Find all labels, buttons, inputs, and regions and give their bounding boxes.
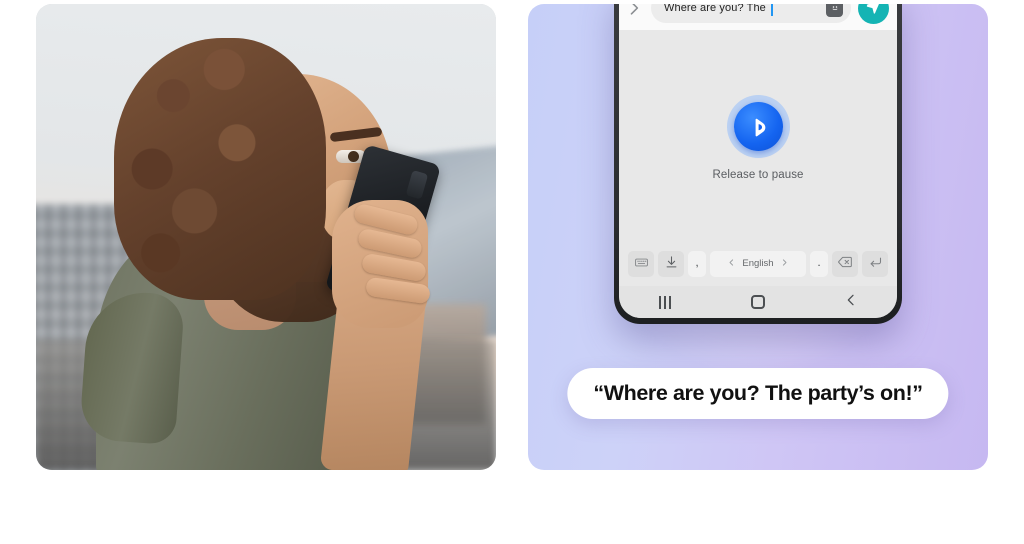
person-curly-hair <box>114 38 326 300</box>
photo-panel <box>36 4 496 470</box>
backspace-icon <box>837 254 853 273</box>
speech-caption-text: “Where are you? The party’s on!” <box>593 381 923 405</box>
keyboard-toggle-key[interactable] <box>628 250 654 277</box>
download-icon <box>664 255 679 273</box>
language-key-label: English <box>742 258 774 269</box>
voice-input-demo-panel: Where are you? The Release to pause , En… <box>528 4 988 470</box>
send-button[interactable] <box>858 4 889 24</box>
back-icon <box>843 292 859 313</box>
enter-return-icon <box>868 255 883 273</box>
phone-device-frame: Where are you? The Release to pause , En… <box>614 4 902 324</box>
keyboard-bottom-row: , English . <box>619 246 897 286</box>
message-text-value: Where are you? The <box>664 4 766 14</box>
send-paper-plane-icon <box>865 4 882 19</box>
backspace-key[interactable] <box>832 250 858 277</box>
recents-button[interactable] <box>643 290 687 314</box>
screenshot-root: Where are you? The Release to pause , En… <box>0 0 1024 544</box>
enter-key[interactable] <box>862 250 888 277</box>
message-text-field[interactable]: Where are you? The <box>651 4 851 23</box>
person-sleeve <box>78 288 186 446</box>
message-input-bar: Where are you? The <box>619 4 897 30</box>
sticker-icon[interactable] <box>826 4 843 17</box>
language-key[interactable]: English <box>710 250 806 277</box>
keyboard-icon <box>634 255 649 273</box>
chevron-left-icon <box>727 258 736 270</box>
period-key[interactable]: . <box>810 250 828 277</box>
home-icon <box>750 295 765 309</box>
person-figure <box>36 4 496 470</box>
recents-icon <box>659 295 672 309</box>
speech-caption-pill: “Where are you? The party’s on!” <box>567 368 949 419</box>
back-button[interactable] <box>829 290 873 314</box>
chevron-right-icon <box>780 258 789 270</box>
android-navigation-bar <box>619 286 897 318</box>
bixby-button[interactable] <box>726 95 790 158</box>
voice-status-text: Release to pause <box>712 169 804 181</box>
voice-dictation-area: Release to pause <box>619 30 897 246</box>
home-button[interactable] <box>736 290 780 314</box>
bixby-icon <box>733 102 783 151</box>
chevron-right-icon[interactable] <box>624 4 644 18</box>
phone-screen: Where are you? The Release to pause , En… <box>619 4 897 318</box>
text-cursor <box>770 4 773 16</box>
keyboard-hide-key[interactable] <box>658 250 684 277</box>
comma-key[interactable]: , <box>688 250 706 277</box>
